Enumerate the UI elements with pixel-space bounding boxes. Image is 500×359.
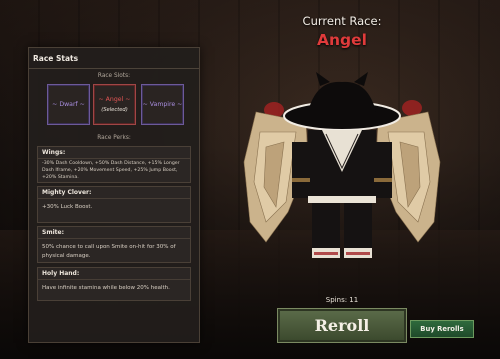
race-stats-panel: Race Stats Race Slots: ~ Dwarf ~ ~ Angel… (28, 47, 200, 343)
race-perks-label: Race Perks: (97, 135, 131, 141)
divider (29, 68, 199, 69)
legs-icon (312, 203, 372, 258)
perk-smite: Smite: 50% chance to call upon Smite on-… (37, 226, 191, 263)
race-slot-name: ~ Angel ~ (98, 96, 131, 103)
race-slots-label: Race Slots: (97, 73, 131, 79)
perk-name: Smite: (38, 227, 190, 239)
perk-mighty-clover: Mighty Clover: +30% Luck Boost. (37, 186, 191, 223)
hat-icon (283, 72, 401, 131)
spins-counter: Spins: 11 (325, 296, 359, 304)
race-slot-name: ~ Vampire ~ (142, 101, 183, 108)
race-slot-dwarf[interactable]: ~ Dwarf ~ (47, 84, 90, 125)
selected-indicator: (Selected) (101, 107, 128, 113)
buy-rerolls-button[interactable]: Buy Rerolls (410, 320, 474, 338)
perk-description: 50% chance to call upon Smite on-hit for… (42, 244, 176, 259)
perk-name: Mighty Clover: (38, 187, 190, 199)
perk-wings: Wings: -30% Dash Cooldown, +50% Dash Dis… (37, 146, 191, 183)
character-avatar (243, 72, 441, 258)
race-slot-name: ~ Dwarf ~ (52, 101, 85, 108)
reroll-button[interactable]: Reroll (277, 308, 407, 343)
perk-description: +30% Luck Boost. (42, 204, 93, 210)
perk-holy-hand: Holy Hand: Have infinite stamina while b… (37, 267, 191, 301)
panel-title: Race Stats (33, 54, 79, 63)
perk-description: Have infinite stamina while below 20% he… (42, 285, 170, 291)
race-slot-angel[interactable]: ~ Angel ~ (Selected) (93, 84, 136, 125)
perk-name: Wings: (38, 147, 190, 159)
race-slot-vampire[interactable]: ~ Vampire ~ (141, 84, 184, 125)
perk-description: -30% Dash Cooldown, +50% Dash Distance, … (42, 161, 180, 180)
perk-name: Holy Hand: (38, 268, 190, 280)
current-race-label: Current Race: (302, 14, 382, 28)
current-race-value: Angel (317, 31, 367, 49)
